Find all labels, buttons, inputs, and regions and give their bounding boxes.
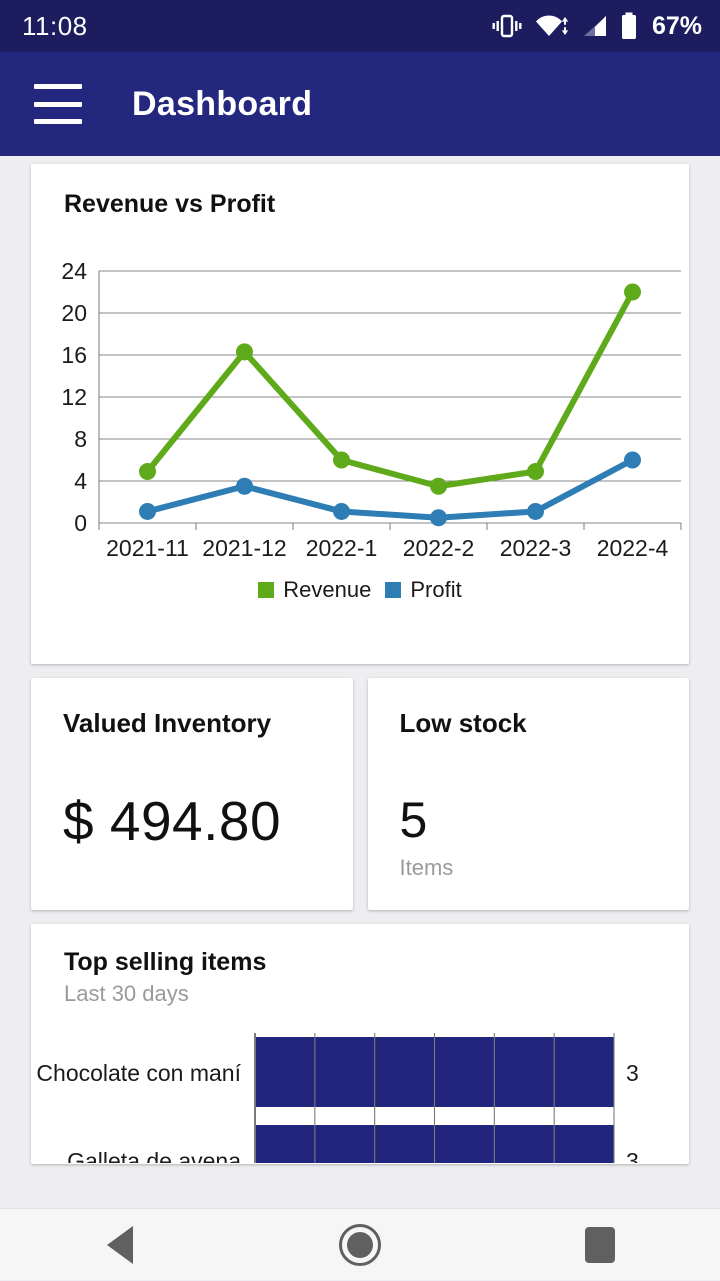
dashboard-scroll-area[interactable]: Revenue vs Profit 0 4 8 12 16 20 24 2021-11 2021… (0, 156, 720, 1208)
valued-inventory-title: Valued Inventory (63, 708, 272, 738)
legend-swatch-icon (258, 582, 275, 598)
revenue-profit-line-chart: 0 4 8 12 16 20 24 2021-11 2021-12 2022-1 2022-2 202… (61, 263, 682, 561)
x-axis-tick-label: 2022-2 (403, 535, 475, 561)
legend-label: Profit (410, 577, 462, 602)
vibrate-icon (492, 13, 522, 39)
revenue-chart-title: Revenue vs Profit (64, 190, 276, 218)
x-axis-tick-label: 2021-12 (202, 535, 286, 561)
valued-inventory-card: Valued Inventory $ 494.80 (31, 678, 353, 910)
data-point-revenue (236, 343, 253, 361)
data-point-profit (624, 451, 641, 469)
data-point-profit (236, 477, 253, 495)
y-axis-tick-label: 16 (61, 342, 87, 368)
nav-home-button[interactable] (300, 1209, 420, 1281)
bar-chart-container: Chocolate con maní 3 Galleta de avena 3 (31, 1033, 689, 1164)
x-axis-tick-label: 2022-3 (500, 535, 572, 561)
battery-percent-label: 67% (651, 11, 702, 40)
bar-category-label: Galleta de avena (67, 1148, 241, 1163)
y-axis-tick-label: 20 (61, 300, 87, 326)
legend-swatch-icon (385, 582, 402, 598)
back-triangle-icon (107, 1225, 133, 1264)
nav-recents-button[interactable] (540, 1209, 660, 1281)
legend-label: Revenue (283, 577, 372, 602)
legend-entry-profit[interactable]: Profit (385, 577, 462, 603)
data-point-revenue (430, 477, 447, 495)
revenue-vs-profit-card: Revenue vs Profit 0 4 8 12 16 20 24 2021-11 2021… (31, 164, 689, 664)
wifi-icon (534, 13, 570, 39)
low-stock-value: 5 (399, 792, 428, 848)
low-stock-card: Low stock 5 Items (367, 678, 689, 910)
app-bar: Dashboard (0, 52, 720, 156)
top-selling-title: Top selling items (64, 948, 267, 976)
page-title: Dashboard (132, 84, 313, 123)
data-point-profit (430, 509, 447, 527)
android-navigation-bar (0, 1208, 720, 1280)
nav-back-button[interactable] (60, 1209, 180, 1281)
bar-category-label: Chocolate con maní (36, 1060, 241, 1086)
chart-legend: Revenue Profit (31, 577, 689, 603)
status-bar: 11:08 67% (0, 0, 720, 52)
bar-value-label: 3 (626, 1148, 639, 1163)
y-axis-tick-label: 0 (74, 510, 87, 536)
x-axis-tick-label: 2022-4 (597, 535, 669, 561)
stat-card-row: Valued Inventory $ 494.80 Low stock 5 It… (31, 678, 689, 910)
data-point-revenue (624, 283, 641, 301)
data-point-revenue (333, 451, 350, 469)
y-axis-tick-label: 12 (61, 384, 87, 410)
data-point-profit (527, 502, 544, 520)
line-chart-container: 0 4 8 12 16 20 24 2021-11 2021-12 2022-1 2022-2 202… (31, 263, 689, 563)
y-axis-tick-label: 4 (74, 468, 87, 494)
home-circle-icon (339, 1223, 381, 1266)
top-selling-subtitle: Last 30 days (64, 981, 189, 1006)
x-axis-tick-label: 2021-11 (106, 535, 189, 561)
data-point-profit (333, 502, 350, 520)
x-axis-tick-label: 2022-1 (306, 535, 378, 561)
y-axis-tick-label: 24 (61, 263, 87, 284)
y-axis-tick-label: 8 (74, 426, 87, 452)
low-stock-title: Low stock (399, 708, 527, 738)
legend-entry-revenue[interactable]: Revenue (258, 577, 371, 603)
bar-value-label: 3 (626, 1060, 639, 1086)
top-selling-bar-chart: Chocolate con maní 3 Galleta de avena 3 (36, 1033, 639, 1164)
status-bar-icons: 67% (492, 12, 702, 41)
data-point-revenue (139, 463, 156, 481)
low-stock-unit: Items (399, 855, 454, 880)
recents-square-icon (585, 1226, 615, 1263)
valued-inventory-value: $ 494.80 (63, 790, 282, 852)
data-point-profit (139, 502, 156, 520)
hamburger-menu-icon[interactable] (34, 84, 82, 124)
top-selling-items-card: Top selling items Last 30 days Chocolate… (31, 924, 689, 1164)
battery-icon (620, 12, 638, 40)
status-bar-clock: 11:08 (22, 10, 88, 41)
data-point-revenue (527, 463, 544, 481)
cellular-signal-icon (582, 13, 608, 39)
